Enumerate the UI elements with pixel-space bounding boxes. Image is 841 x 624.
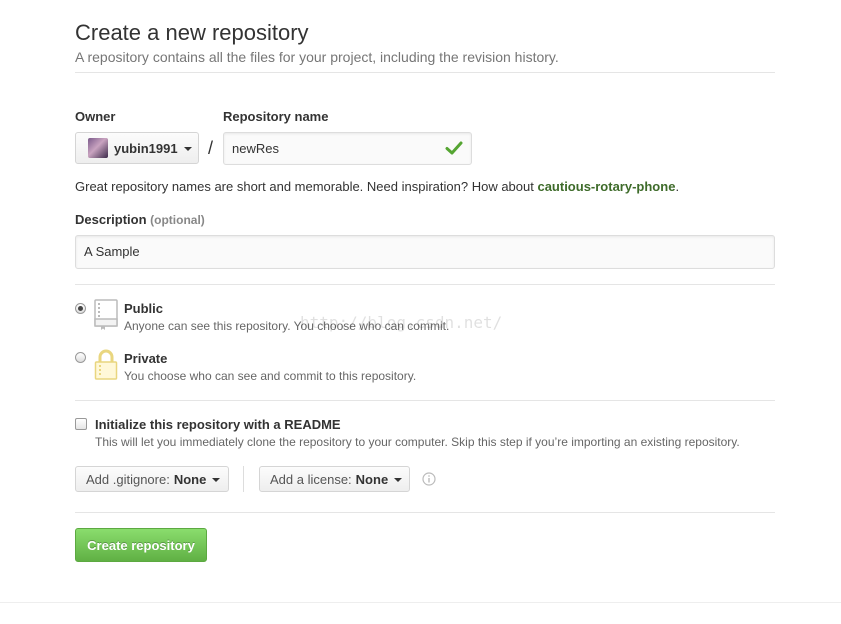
owner-label: Owner xyxy=(75,109,116,124)
create-repository-button[interactable]: Create repository xyxy=(75,528,207,562)
divider xyxy=(75,284,775,285)
readme-desc: This will let you immediately clone the … xyxy=(95,435,740,449)
repo-book-icon xyxy=(94,299,118,330)
owner-repo-separator: / xyxy=(208,138,214,158)
description-input[interactable]: A Sample xyxy=(75,235,775,269)
private-radio[interactable] xyxy=(75,352,86,363)
license-select-button[interactable]: Add a license: None xyxy=(259,466,410,492)
vertical-divider xyxy=(243,466,244,492)
readme-title: Initialize this repository with a README xyxy=(95,417,341,432)
license-value: None xyxy=(355,471,389,487)
description-label-text: Description xyxy=(75,212,147,227)
public-title: Public xyxy=(124,301,164,316)
repo-name-label: Repository name xyxy=(223,109,329,124)
divider xyxy=(75,400,775,401)
description-label: Description (optional) xyxy=(75,212,205,227)
gitignore-select-button[interactable]: Add .gitignore: None xyxy=(75,466,229,492)
repo-name-input[interactable]: newRes xyxy=(223,132,472,165)
page-subtitle: A repository contains all the files for … xyxy=(75,49,559,65)
gitignore-label: Add .gitignore: xyxy=(86,471,170,487)
gitignore-value: None xyxy=(173,471,207,487)
watermark: http://blog.csdn.net/ xyxy=(300,313,503,332)
caret-down-icon xyxy=(183,146,192,151)
lock-icon xyxy=(94,349,118,380)
caret-down-icon xyxy=(394,477,403,482)
owner-select-button[interactable]: yubin1991 xyxy=(75,132,199,164)
repo-name-value: newRes xyxy=(232,141,279,156)
caret-down-icon xyxy=(212,477,221,482)
private-desc: You choose who can see and commit to thi… xyxy=(124,369,417,383)
repo-name-hint: Great repository names are short and mem… xyxy=(75,179,679,194)
check-icon xyxy=(445,141,463,155)
name-suggestion-link[interactable]: cautious-rotary-phone xyxy=(537,179,675,194)
optional-tag: (optional) xyxy=(150,213,205,227)
license-label: Add a license: xyxy=(270,471,352,487)
hint-text: Great repository names are short and mem… xyxy=(75,179,538,194)
page-title: Create a new repository xyxy=(75,20,309,45)
footer-divider xyxy=(0,602,841,603)
description-value: A Sample xyxy=(84,244,140,259)
info-icon[interactable] xyxy=(422,472,436,486)
readme-checkbox[interactable] xyxy=(75,418,87,430)
public-radio[interactable] xyxy=(75,303,86,314)
private-title: Private xyxy=(124,351,168,366)
owner-name: yubin1991 xyxy=(114,140,178,156)
divider xyxy=(75,512,775,513)
avatar xyxy=(88,138,108,158)
divider xyxy=(75,72,775,73)
hint-suffix: . xyxy=(675,179,680,194)
